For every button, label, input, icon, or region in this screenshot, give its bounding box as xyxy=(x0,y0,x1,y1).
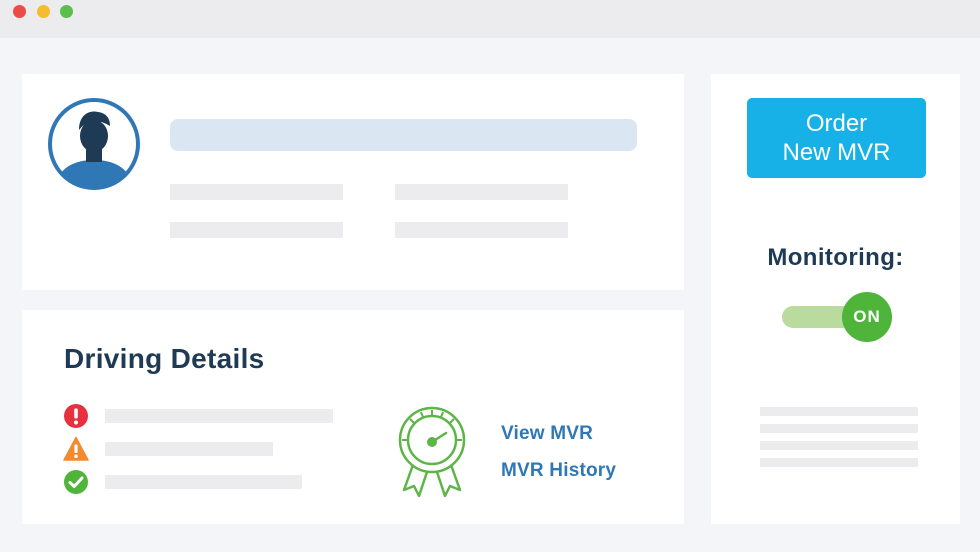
side-placeholder xyxy=(760,441,918,450)
view-mvr-link[interactable]: View MVR xyxy=(501,423,593,445)
monitoring-label: Monitoring: xyxy=(767,244,904,271)
info-placeholder xyxy=(170,222,343,238)
close-window-button[interactable] xyxy=(13,5,26,18)
detail-placeholder xyxy=(105,409,333,423)
award-ribbon-gauge-icon xyxy=(398,406,466,498)
side-panel: Order New MVR Monitoring: ON xyxy=(711,74,960,524)
info-placeholder xyxy=(395,222,568,238)
warning-icon xyxy=(63,436,89,461)
info-placeholder xyxy=(170,184,343,200)
order-button-line1: Order xyxy=(805,110,868,137)
maximize-window-button[interactable] xyxy=(60,5,73,18)
profile-card xyxy=(22,74,684,290)
side-placeholder xyxy=(760,458,918,467)
detail-placeholder xyxy=(105,442,273,456)
error-icon xyxy=(64,404,88,428)
section-title: Driving Details xyxy=(64,343,265,374)
monitoring-toggle[interactable]: ON xyxy=(842,292,892,342)
mvr-history-link[interactable]: MVR History xyxy=(501,460,616,482)
info-placeholder xyxy=(395,184,568,200)
order-new-mvr-button[interactable]: Order New MVR xyxy=(747,98,926,178)
minimize-window-button[interactable] xyxy=(37,5,50,18)
window-titlebar xyxy=(0,0,980,38)
side-placeholder xyxy=(760,424,918,433)
detail-placeholder xyxy=(105,475,302,489)
success-icon xyxy=(64,470,88,494)
side-placeholder xyxy=(760,407,918,416)
name-placeholder xyxy=(170,119,637,151)
user-avatar-icon xyxy=(48,98,140,190)
order-button-line2: New MVR xyxy=(782,139,891,166)
driving-details-card: Driving Details View MVR MVR History xyxy=(22,310,684,524)
